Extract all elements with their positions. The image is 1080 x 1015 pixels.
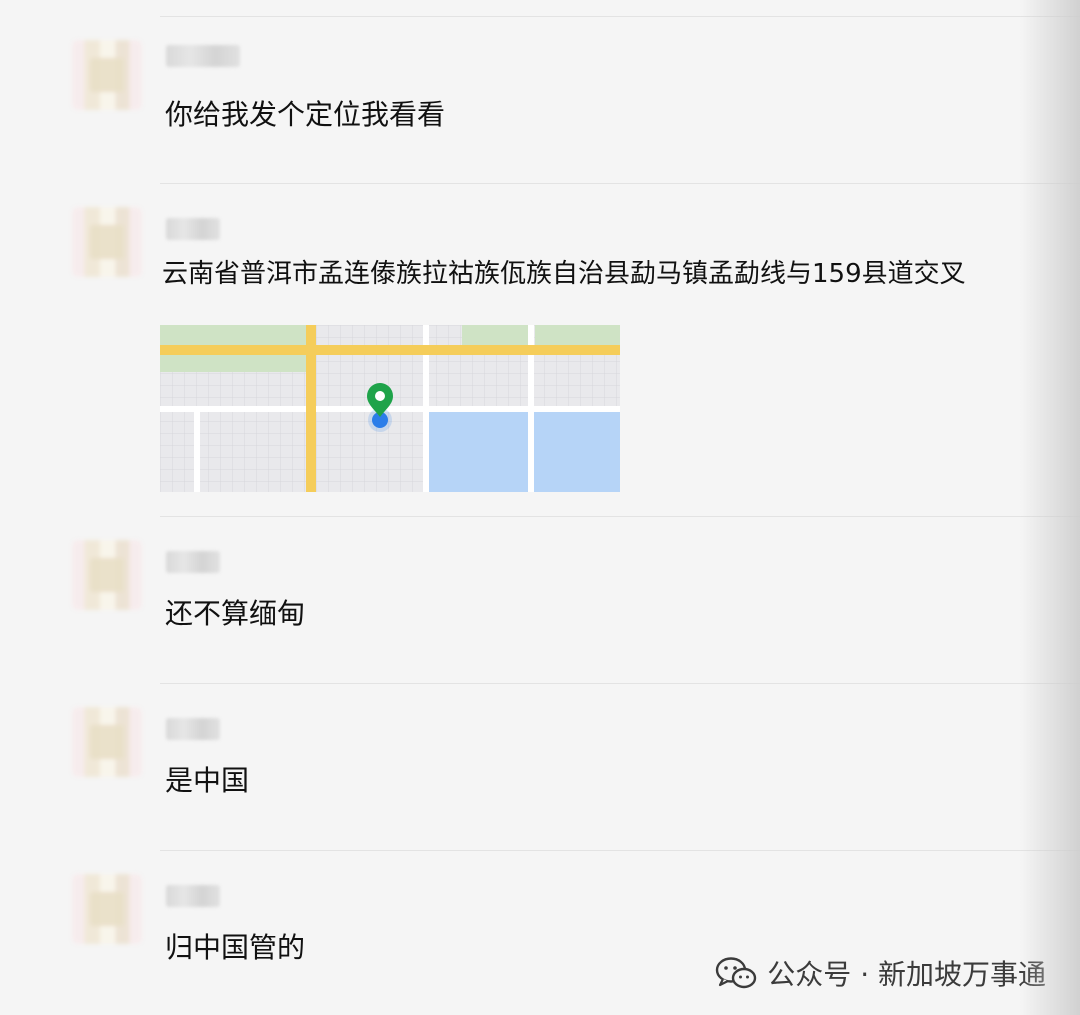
divider bbox=[160, 516, 1080, 517]
map-street bbox=[160, 406, 620, 412]
map-road bbox=[160, 345, 620, 355]
divider bbox=[160, 850, 1080, 851]
avatar[interactable] bbox=[72, 207, 142, 277]
avatar[interactable] bbox=[72, 540, 142, 610]
sender-name-blurred bbox=[166, 718, 220, 740]
message-text: 归中国管的 bbox=[165, 931, 306, 964]
location-map-preview[interactable] bbox=[160, 325, 620, 492]
map-park bbox=[160, 325, 306, 345]
wechat-icon bbox=[716, 957, 757, 989]
location-address-text[interactable]: 云南省普洱市孟连傣族拉祜族佤族自治县勐马镇孟勐线与159县道交叉 bbox=[162, 256, 966, 292]
map-water bbox=[429, 412, 528, 492]
avatar[interactable] bbox=[72, 40, 142, 110]
sender-name-blurred bbox=[166, 218, 220, 240]
map-water bbox=[534, 412, 620, 492]
watermark: 公众号 · 新加坡万事通 bbox=[715, 953, 1046, 993]
divider bbox=[160, 183, 1080, 184]
avatar[interactable] bbox=[72, 707, 142, 777]
message-text: 你给我发个定位我看看 bbox=[165, 98, 446, 131]
edge-shadow bbox=[1020, 0, 1080, 1015]
sender-name-blurred bbox=[166, 551, 220, 573]
map-park bbox=[160, 355, 306, 372]
message-text: 是中国 bbox=[165, 764, 250, 797]
message-text: 还不算缅甸 bbox=[165, 597, 306, 630]
sender-name-blurred bbox=[166, 45, 240, 67]
map-street bbox=[194, 406, 200, 492]
map-park bbox=[535, 325, 620, 345]
map-park bbox=[462, 325, 528, 345]
divider bbox=[160, 683, 1080, 684]
avatar[interactable] bbox=[72, 874, 142, 944]
sender-name-blurred bbox=[166, 885, 220, 907]
map-road bbox=[306, 325, 316, 492]
divider bbox=[160, 16, 1080, 17]
watermark-text: 公众号 · 新加坡万事通 bbox=[767, 958, 1046, 991]
